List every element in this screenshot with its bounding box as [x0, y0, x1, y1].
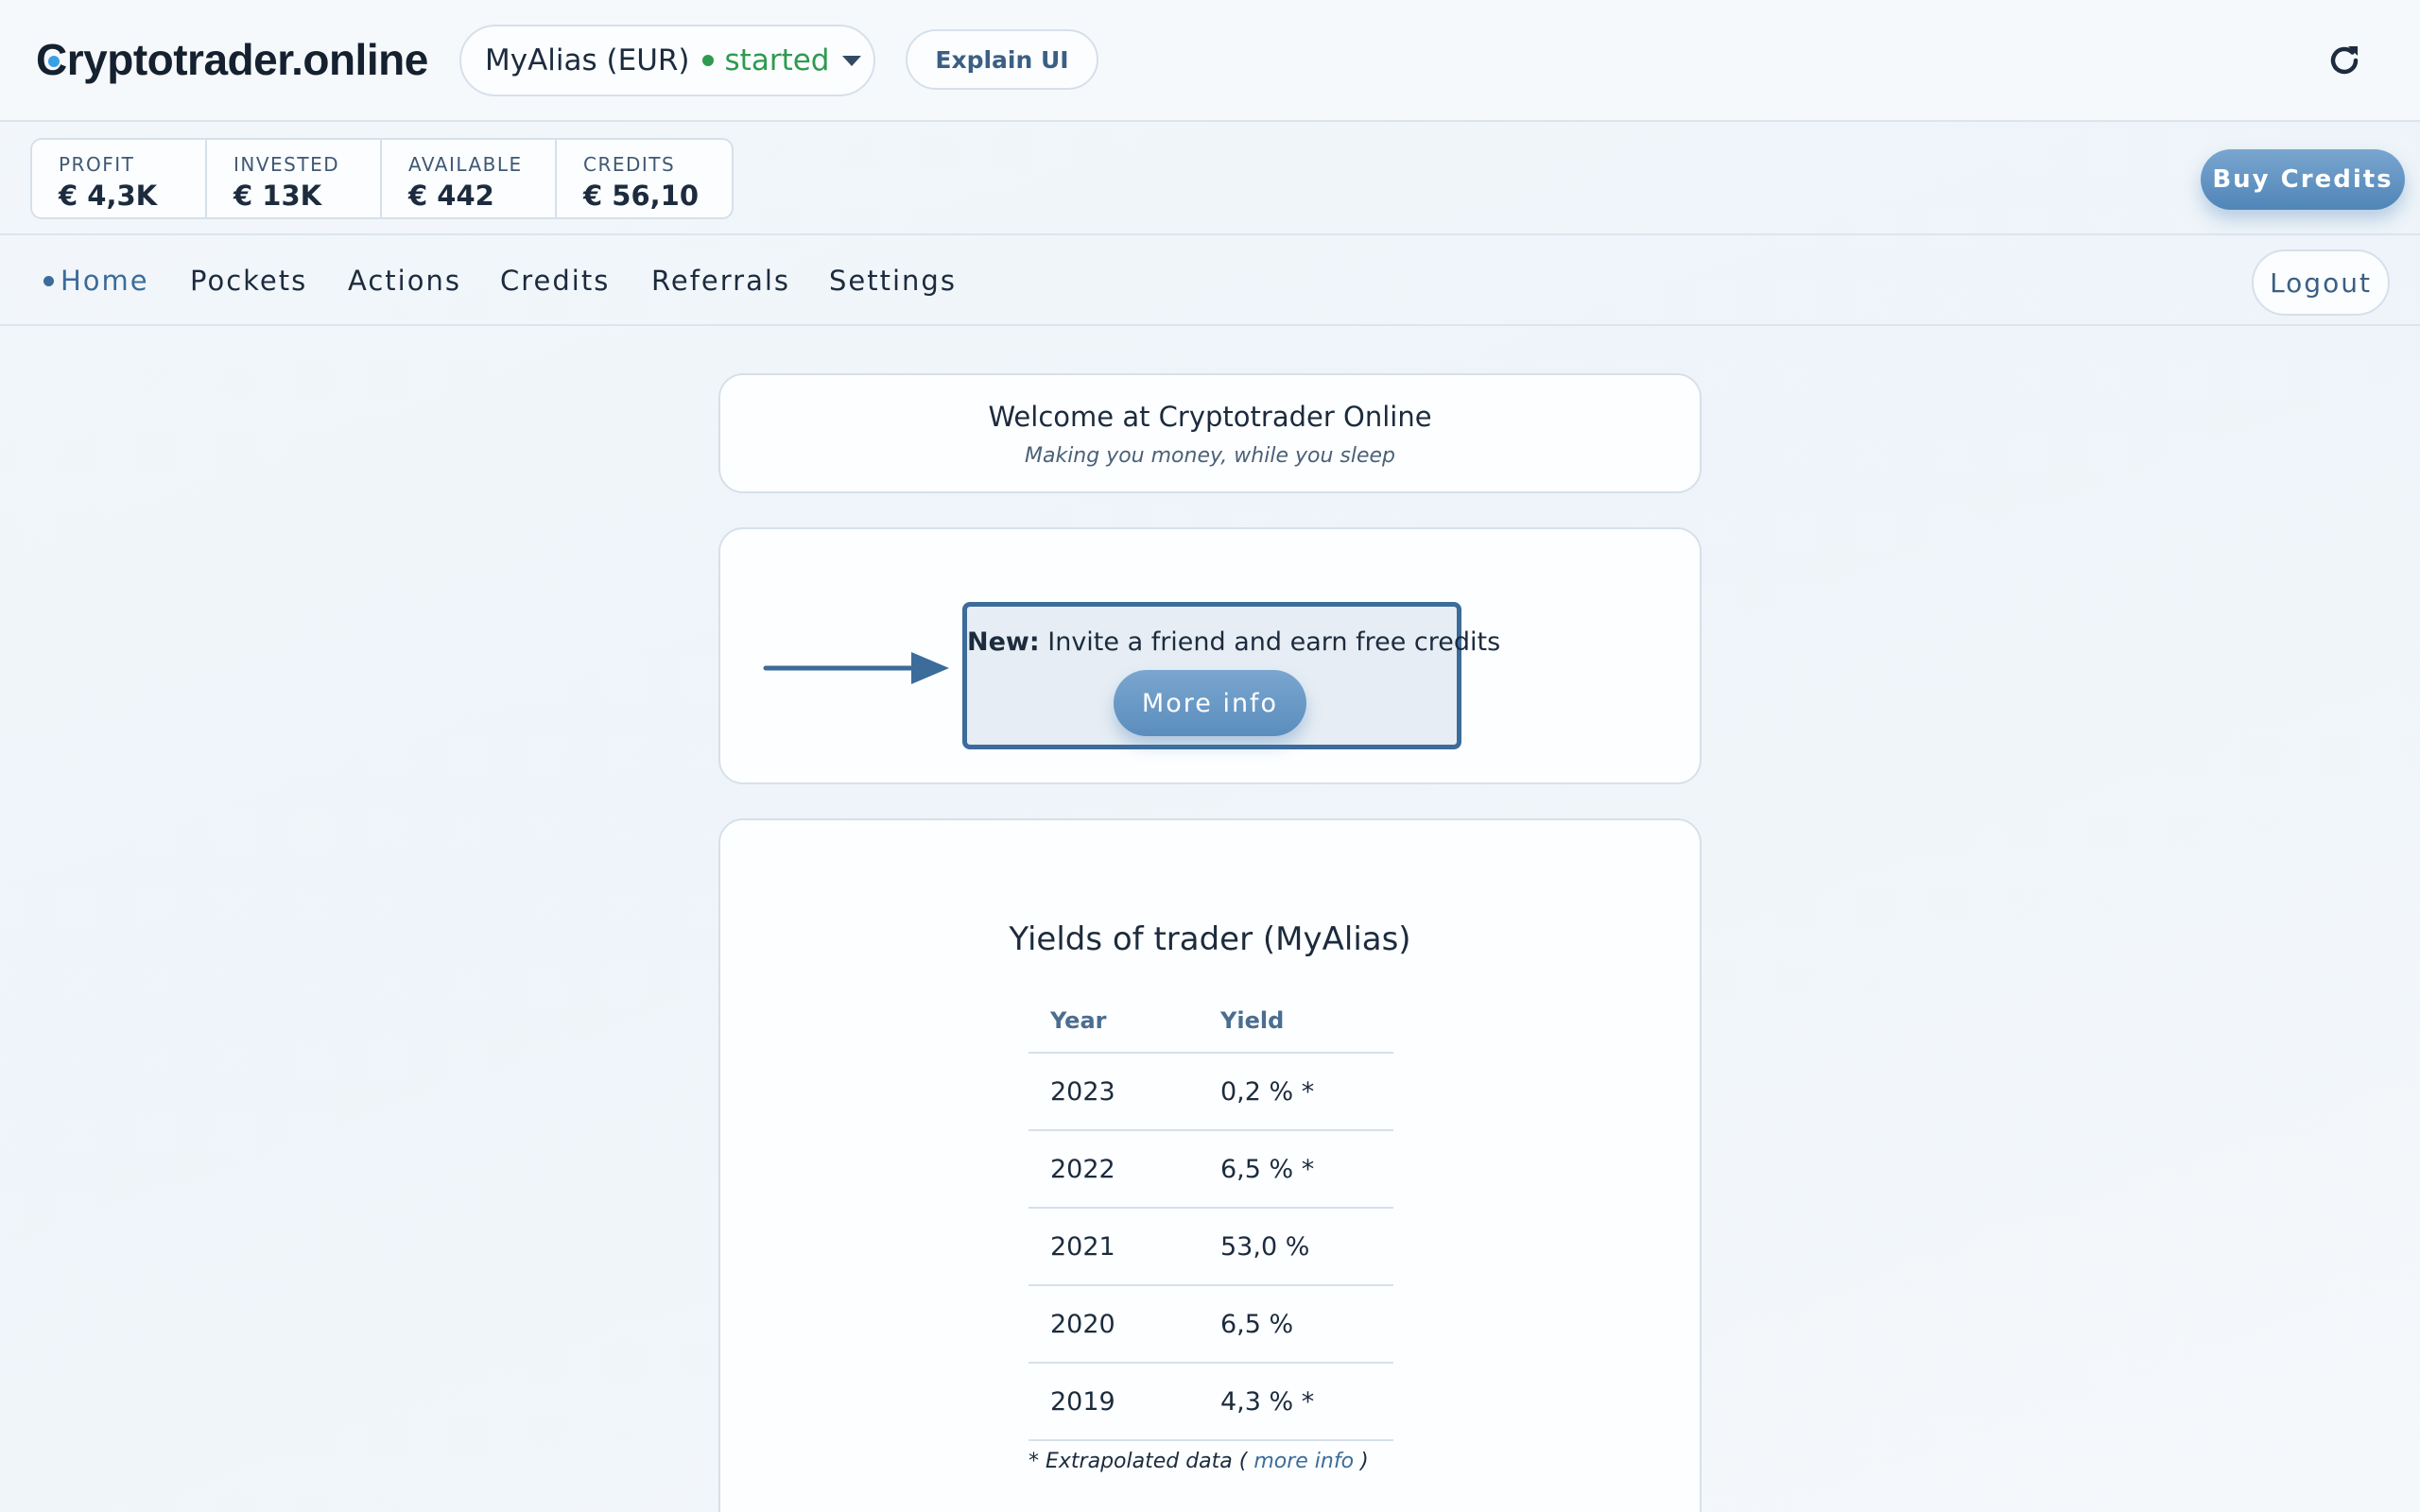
- table-header-row: Year Yield: [1028, 988, 1393, 1054]
- stat-label: PROFIT: [59, 153, 135, 176]
- stat-value: € 13K: [233, 180, 322, 212]
- nav-item-credits[interactable]: Credits: [500, 265, 610, 297]
- stat-profit: PROFIT € 4,3K: [32, 140, 207, 217]
- table-row: 2023 0,2 % *: [1028, 1053, 1393, 1131]
- year-cell: 2022: [1028, 1130, 1199, 1209]
- stat-value: € 442: [408, 180, 494, 212]
- year-cell: 2020: [1028, 1285, 1199, 1364]
- stat-credits: CREDITS € 56,10: [557, 140, 732, 217]
- brand-logo[interactable]: Cryptotrader.online: [36, 34, 428, 85]
- stat-label: AVAILABLE: [408, 153, 523, 176]
- year-cell: 2023: [1028, 1053, 1199, 1131]
- column-header-yield: Yield: [1199, 988, 1393, 1054]
- promo-message: Invite a friend and earn free credits: [1039, 627, 1501, 657]
- stat-value: € 4,3K: [59, 180, 158, 212]
- status-dot-icon: [701, 55, 714, 66]
- year-cell: 2021: [1028, 1208, 1199, 1286]
- referral-promo-card: New: Invite a friend and earn free credi…: [718, 527, 1702, 784]
- logout-button[interactable]: Logout: [2252, 249, 2390, 316]
- stat-label: INVESTED: [233, 153, 340, 176]
- footnote-text: * Extrapolated data (: [1028, 1450, 1248, 1473]
- footnote-more-info-link[interactable]: more info: [1247, 1450, 1360, 1473]
- yields-title: Yields of trader (MyAlias): [1009, 920, 1411, 958]
- nav-item-home[interactable]: Home: [60, 265, 149, 297]
- table-row: 2021 53,0 %: [1028, 1208, 1393, 1286]
- yield-cell: 6,5 % *: [1199, 1130, 1393, 1209]
- arrow-right-icon: [763, 652, 949, 684]
- account-stats: PROFIT € 4,3K INVESTED € 13K AVAILABLE €…: [30, 138, 734, 219]
- yield-cell: 0,2 % *: [1199, 1053, 1393, 1131]
- column-header-year: Year: [1028, 988, 1199, 1054]
- table-row: 2019 4,3 % *: [1028, 1363, 1393, 1441]
- yield-cell: 6,5 %: [1199, 1285, 1393, 1364]
- nav-item-pockets[interactable]: Pockets: [190, 265, 307, 297]
- stat-invested: INVESTED € 13K: [207, 140, 382, 217]
- stat-available: AVAILABLE € 442: [382, 140, 557, 217]
- top-header: Cryptotrader.online MyAlias (EUR) starte…: [0, 0, 2420, 122]
- yields-card: Yields of trader (MyAlias) Year Yield 20…: [718, 818, 1702, 1512]
- buy-credits-button[interactable]: Buy Credits: [2201, 149, 2405, 210]
- promo-new-label: New:: [967, 627, 1040, 657]
- chevron-down-icon: [842, 55, 862, 66]
- referral-promo-box: New: Invite a friend and earn free credi…: [962, 602, 1500, 749]
- trader-alias-select[interactable]: MyAlias (EUR) started: [459, 25, 875, 96]
- alias-status: started: [724, 43, 830, 77]
- refresh-icon[interactable]: [2325, 42, 2363, 79]
- more-info-button[interactable]: More info: [1114, 670, 1306, 736]
- main-nav: Home Pockets Actions Credits Referrals S…: [0, 236, 2420, 326]
- brand-name: ryptotrader.online: [66, 35, 429, 84]
- active-indicator-icon: [43, 276, 54, 286]
- brand-dot-icon: [48, 56, 60, 67]
- welcome-card: Welcome at Cryptotrader Online Making yo…: [718, 373, 1702, 493]
- yield-cell: 53,0 %: [1199, 1208, 1393, 1286]
- welcome-subtitle: Making you money, while you sleep: [1024, 444, 1395, 468]
- nav-item-actions[interactable]: Actions: [348, 265, 461, 297]
- explain-ui-button[interactable]: Explain UI: [906, 29, 1098, 90]
- yields-table: Year Yield 2023 0,2 % * 2022 6,5 % * 202…: [1028, 988, 1393, 1441]
- yield-cell: 4,3 % *: [1199, 1363, 1393, 1441]
- welcome-title: Welcome at Cryptotrader Online: [988, 401, 1432, 433]
- nav-item-referrals[interactable]: Referrals: [651, 265, 790, 297]
- nav-item-settings[interactable]: Settings: [829, 265, 957, 297]
- alias-name: MyAlias (EUR): [485, 43, 690, 77]
- stat-label: CREDITS: [583, 153, 676, 176]
- table-row: 2022 6,5 % *: [1028, 1130, 1393, 1209]
- promo-text: New: Invite a friend and earn free credi…: [967, 627, 1500, 657]
- extrapolated-footnote: * Extrapolated data ( more info ): [1028, 1450, 1369, 1473]
- stats-bar: PROFIT € 4,3K INVESTED € 13K AVAILABLE €…: [0, 123, 2420, 235]
- year-cell: 2019: [1028, 1363, 1199, 1441]
- footnote-close: ): [1360, 1450, 1369, 1473]
- table-row: 2020 6,5 %: [1028, 1285, 1393, 1364]
- stat-value: € 56,10: [583, 180, 700, 212]
